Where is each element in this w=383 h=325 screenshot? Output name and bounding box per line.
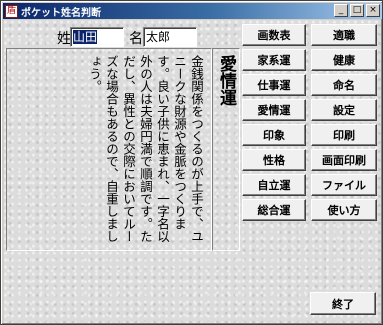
- impression-button[interactable]: 印象: [242, 124, 306, 146]
- how-to-use-button[interactable]: 使い方: [311, 199, 377, 221]
- window-title: ポケット姓名判断: [21, 7, 101, 19]
- given-name-label: 名: [129, 31, 143, 47]
- print-button[interactable]: 印刷: [311, 124, 377, 146]
- work-fortune-button[interactable]: 仕事運: [242, 74, 306, 96]
- exit-button[interactable]: 終了: [310, 292, 376, 315]
- window-controls: _ □ ×: [334, 4, 380, 17]
- app-icon-glyph: 盾: [6, 5, 16, 16]
- suitable-job-button[interactable]: 適職: [311, 24, 377, 46]
- overall-fortune-button[interactable]: 総合運: [242, 199, 306, 221]
- surname-label: 姓: [57, 31, 71, 47]
- minimize-button[interactable]: _: [334, 4, 348, 17]
- love-fortune-button[interactable]: 愛情運: [242, 99, 306, 121]
- personality-button[interactable]: 性格: [242, 149, 306, 171]
- app-icon[interactable]: 盾: [5, 4, 18, 18]
- app-window: 盾 ポケット姓名判断 _ □ × 姓 山田 名 太郎 金銭関係をつくるのが上手で…: [0, 0, 383, 325]
- surname-value: 山田: [73, 30, 98, 44]
- settings-button[interactable]: 設定: [311, 99, 377, 121]
- message-panel: 金銭関係をつくるのが上手で、ユニークな財源や金脈をつくります。良い子供に恵まれ、…: [6, 48, 212, 251]
- category-title: 愛情運: [216, 55, 236, 106]
- independence-fortune-button[interactable]: 自立運: [242, 174, 306, 196]
- family-fortune-button[interactable]: 家系運: [242, 49, 306, 71]
- fortune-message: 金銭関係をつくるのが上手で、ユニークな財源や金脈をつくります。良い子供に恵まれ、…: [87, 55, 204, 243]
- file-button[interactable]: ファイル: [311, 174, 377, 196]
- surname-field[interactable]: 山田: [70, 27, 124, 47]
- maximize-button[interactable]: □: [350, 4, 364, 17]
- strokes-table-button[interactable]: 画数表: [242, 24, 306, 46]
- naming-button[interactable]: 命名: [311, 74, 377, 96]
- client-area: 姓 山田 名 太郎 金銭関係をつくるのが上手で、ユニークな財源や金脈をつくります…: [4, 20, 381, 323]
- category-box: 愛情運: [212, 48, 240, 251]
- given-name-value: 太郎: [146, 30, 171, 44]
- screen-print-button[interactable]: 画面印刷: [311, 149, 377, 171]
- health-button[interactable]: 健康: [311, 49, 377, 71]
- title-bar[interactable]: 盾 ポケット姓名判断 _ □ ×: [3, 3, 382, 19]
- given-name-field[interactable]: 太郎: [143, 27, 197, 47]
- close-button[interactable]: ×: [366, 4, 380, 17]
